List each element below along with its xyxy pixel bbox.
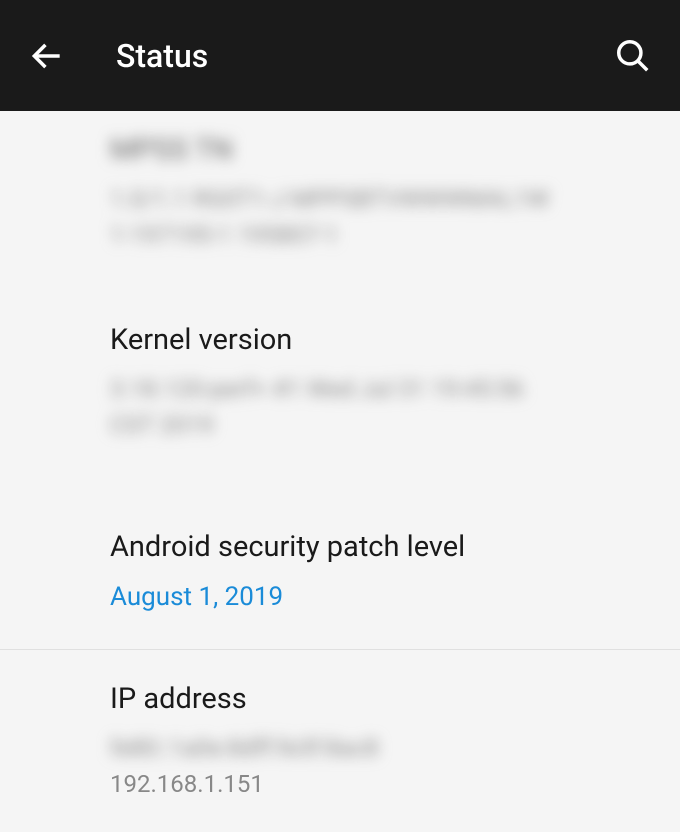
hidden-item-1-value: 1.0/1.1 RG0T1-J MPPSBTVWWWMAL1W 1-197195… [110,181,570,253]
kernel-version-title: Kernel version [110,323,570,357]
back-icon[interactable] [28,37,66,75]
app-header: Status [0,0,680,111]
security-patch-item[interactable]: Android security patch level August 1, 2… [0,498,680,650]
ip-address-item[interactable]: IP address fe80::1a0e:8dff:fe3f:8ac8 192… [0,650,680,832]
security-patch-title: Android security patch level [110,530,570,564]
search-icon[interactable] [614,37,652,75]
kernel-version-value: 3.18.120-perf+ #1 Wed Jul 31 19:45:56 CS… [110,371,570,443]
hidden-item-1[interactable]: MPSS TN 1.0/1.1 RG0T1-J MPPSBTVWWWMAL1W … [0,111,680,293]
ip-address-title: IP address [110,682,570,716]
settings-list: MPSS TN 1.0/1.1 RG0T1-J MPPSBTVWWWMAL1W … [0,111,680,832]
hidden-item-1-title: MPSS TN [110,133,570,167]
kernel-version-item[interactable]: Kernel version 3.18.120-perf+ #1 Wed Jul… [0,293,680,498]
security-patch-value: August 1, 2019 [110,578,570,617]
page-title: Status [116,37,614,75]
ip-address-value: 192.168.1.151 [110,766,570,802]
ip-address-hidden: fe80::1a0e:8dff:fe3f:8ac8 [110,730,570,766]
